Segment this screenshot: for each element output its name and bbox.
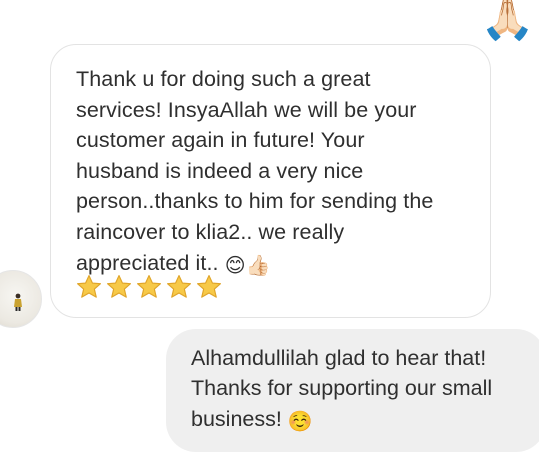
- incoming-line-5: person..thanks to him for sending the: [76, 189, 434, 214]
- star-icon: [106, 274, 132, 298]
- blushing-face-icon: ☺️: [287, 410, 313, 433]
- sender-avatar[interactable]: [0, 270, 42, 328]
- incoming-line-3: customer again in future! Your: [76, 128, 365, 153]
- outgoing-line-1: Alhamdullilah glad to hear that!: [191, 346, 487, 370]
- star-rating: [75, 273, 223, 303]
- praying-hands-emoji-message[interactable]: 🙏🏻: [480, 0, 535, 40]
- outgoing-message-text: Alhamdullilah glad to hear that! Thanks …: [191, 343, 531, 434]
- star-icon: [166, 274, 192, 298]
- incoming-line-4: husband is indeed a very nice: [76, 158, 364, 183]
- star-icon: [196, 274, 222, 298]
- incoming-message-bubble[interactable]: Thank u for doing such a great services!…: [50, 44, 491, 318]
- incoming-line-6: raincover to klia2.. we really: [76, 219, 345, 244]
- outgoing-line-2: Thanks for supporting our small: [191, 376, 493, 401]
- person-figure-icon: [14, 293, 22, 311]
- incoming-line-2: services! InsyaAllah we will be your: [76, 97, 417, 122]
- thumbs-up-icon: 👍🏻: [245, 254, 271, 277]
- incoming-message-text: Thank u for doing such a great services!…: [76, 64, 481, 278]
- outgoing-line-3: business! ☺️: [191, 404, 531, 434]
- smiling-face-icon: 😊: [224, 254, 246, 277]
- incoming-line-1: Thank u for doing such a great: [76, 67, 371, 91]
- incoming-line-7-text: appreciated it..: [76, 250, 219, 275]
- star-icon: [76, 274, 102, 298]
- outgoing-message-bubble[interactable]: Alhamdullilah glad to hear that! Thanks …: [166, 329, 539, 452]
- outgoing-line-3-text: business!: [191, 406, 282, 431]
- star-icon: [136, 274, 162, 298]
- chat-screen: 🙏🏻 Thank u for doing such a great servic…: [0, 0, 539, 471]
